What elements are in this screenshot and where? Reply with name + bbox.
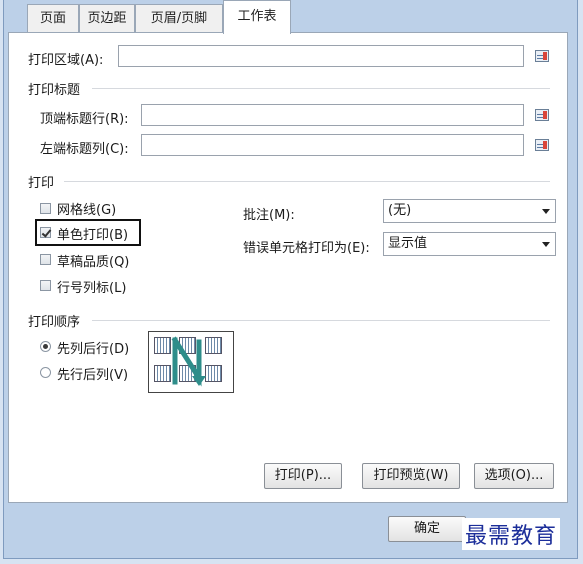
tab-margins[interactable]: 页边距 (79, 4, 135, 33)
draft-quality-label: 草稿品质(Q) (57, 255, 130, 270)
tab-header-footer[interactable]: 页眉/页脚 (135, 4, 223, 33)
chevron-down-icon (542, 242, 550, 247)
over-then-down-radio[interactable] (40, 367, 51, 378)
gridlines-checkbox[interactable] (40, 203, 51, 214)
comments-select-value: (无) (388, 203, 412, 218)
row-col-headings-checkbox[interactable] (40, 280, 51, 291)
print-preview-button[interactable]: 打印预览(W) (362, 463, 460, 489)
tab-sheet[interactable]: 工作表 (223, 0, 291, 34)
rows-to-repeat-label: 顶端标题行(R): (40, 112, 129, 127)
chevron-down-icon (542, 209, 550, 214)
tab-page[interactable]: 页面 (27, 4, 79, 33)
cell-errors-label: 错误单元格打印为(E): (243, 241, 370, 256)
cols-to-repeat-label: 左端标题列(C): (40, 142, 129, 157)
black-and-white-label: 单色打印(B) (57, 228, 129, 243)
tab-sheet-label: 工作表 (237, 9, 277, 24)
black-and-white-checkbox[interactable] (40, 227, 51, 238)
cell-errors-select-value: 显示值 (388, 236, 428, 251)
page-order-heading: 打印顺序 (28, 315, 81, 330)
print-titles-divider (92, 88, 550, 89)
rows-to-repeat-input[interactable] (141, 104, 524, 126)
print-button[interactable]: 打印(P)... (264, 463, 342, 489)
gridlines-label: 网格线(G) (57, 203, 117, 218)
tab-margins-label: 页边距 (87, 11, 127, 26)
tab-header-footer-label: 页眉/页脚 (150, 11, 208, 26)
print-area-label: 打印区域(A): (28, 53, 104, 68)
rows-to-repeat-collapse-icon[interactable] (535, 109, 549, 121)
comments-label: 批注(M): (243, 208, 295, 223)
comments-select[interactable]: (无) (383, 199, 556, 223)
print-titles-heading: 打印标题 (28, 83, 81, 98)
order-arrow-icon (171, 336, 206, 387)
ok-button[interactable]: 确定 (388, 516, 466, 542)
row-col-headings-label: 行号列标(L) (57, 281, 127, 296)
tab-page-label: 页面 (39, 11, 66, 26)
down-then-over-label: 先列后行(D) (57, 342, 130, 357)
options-button[interactable]: 选项(O)... (474, 463, 554, 489)
print-divider (64, 181, 550, 182)
cols-to-repeat-input[interactable] (141, 134, 524, 156)
watermark-logo: 最需教育 (462, 518, 561, 550)
cell-errors-select[interactable]: 显示值 (383, 232, 556, 256)
down-then-over-radio[interactable] (40, 341, 51, 352)
page-order-divider (92, 320, 550, 321)
page-order-preview-icon (148, 331, 234, 393)
print-heading: 打印 (28, 176, 55, 191)
print-area-input[interactable] (118, 45, 524, 67)
draft-quality-checkbox[interactable] (40, 254, 51, 265)
cols-to-repeat-collapse-icon[interactable] (535, 139, 549, 151)
over-then-down-label: 先行后列(V) (57, 368, 129, 383)
print-area-collapse-icon[interactable] (535, 50, 549, 62)
